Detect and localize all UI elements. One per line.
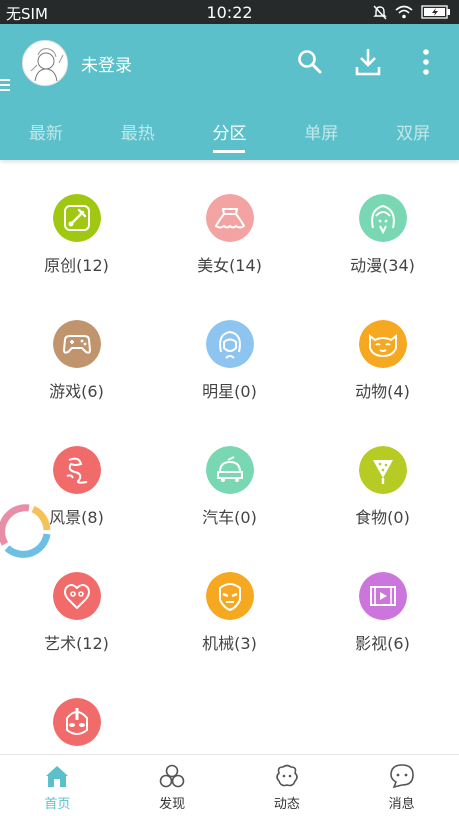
skirt-icon xyxy=(205,194,254,242)
bottom-nav: 首页 发现 动态 消息 xyxy=(0,754,459,816)
nav-discover[interactable]: 发现 xyxy=(115,755,230,816)
category-mechanical[interactable]: 机械(3) xyxy=(153,572,306,654)
app-bar: 未登录 最新 最热 分区 单屏 双屏 xyxy=(0,24,459,160)
login-prompt[interactable]: 未登录 xyxy=(81,51,132,76)
user-avatar[interactable] xyxy=(22,40,68,86)
tab-latest[interactable]: 最新 xyxy=(0,112,92,156)
category-animals[interactable]: 动物(4) xyxy=(306,320,459,402)
category-celebrity[interactable]: 明星(0) xyxy=(153,320,306,402)
category-label: 机械(3) xyxy=(202,634,257,653)
dragon-icon xyxy=(52,446,101,494)
category-label: 原创(12) xyxy=(44,256,109,275)
nav-label: 消息 xyxy=(388,797,415,812)
category-food[interactable]: 食物(0) xyxy=(306,446,459,528)
ice-cream-icon xyxy=(358,446,407,494)
car-icon xyxy=(205,446,254,494)
nav-messages[interactable]: 消息 xyxy=(344,755,459,816)
category-anime[interactable]: 动漫(34) xyxy=(306,194,459,276)
nav-label: 首页 xyxy=(44,797,71,812)
avatar-sketch-icon xyxy=(30,48,64,82)
more-icon[interactable] xyxy=(418,48,434,76)
tab-bar: 最新 最热 分区 单屏 双屏 xyxy=(0,112,459,156)
tab-categories[interactable]: 分区 xyxy=(184,112,276,156)
ultraman-icon xyxy=(52,698,101,746)
tab-hottest[interactable]: 最热 xyxy=(92,112,184,156)
home-icon xyxy=(46,766,69,787)
mask-icon xyxy=(52,572,101,620)
anime-girl-icon xyxy=(358,194,407,242)
category-film[interactable]: 影视(6) xyxy=(306,572,459,654)
status-bar: 无SIM 10:22 xyxy=(0,0,459,24)
tab-single-screen[interactable]: 单屏 xyxy=(275,112,367,156)
category-art[interactable]: 艺术(12) xyxy=(0,572,153,654)
nav-home[interactable]: 首页 xyxy=(0,755,115,816)
search-icon[interactable] xyxy=(296,48,324,76)
system-icons xyxy=(373,3,451,21)
category-original[interactable]: 原创(12) xyxy=(0,194,153,276)
star-person-icon xyxy=(205,320,254,368)
film-icon xyxy=(358,572,407,620)
category-label: 美女(14) xyxy=(197,256,262,275)
category-grid: 原创(12) 美女(14) 动漫(34) 游戏(6) 明星(0) 动物(4) 风… xyxy=(0,160,459,754)
category-label: 食物(0) xyxy=(355,508,410,527)
wifi-icon xyxy=(395,5,413,19)
menu-icon[interactable] xyxy=(0,78,10,92)
category-label: 影视(6) xyxy=(355,634,410,653)
category-games[interactable]: 游戏(6) xyxy=(0,320,153,402)
battery-icon xyxy=(421,5,450,19)
nav-label: 发现 xyxy=(159,797,186,812)
brush-icon xyxy=(52,194,101,242)
category-label: 艺术(12) xyxy=(44,634,109,653)
mute-icon xyxy=(373,5,387,19)
category-ultraman[interactable] xyxy=(0,698,153,756)
category-label: 游戏(6) xyxy=(49,382,104,401)
gamepad-icon xyxy=(52,320,101,368)
category-cars[interactable]: 汽车(0) xyxy=(153,446,306,528)
discover-icon xyxy=(159,764,185,788)
category-label: 动物(4) xyxy=(355,382,410,401)
category-beauty[interactable]: 美女(14) xyxy=(153,194,306,276)
category-label: 明星(0) xyxy=(202,382,257,401)
cat-icon xyxy=(358,320,407,368)
nav-label: 动态 xyxy=(273,797,300,812)
download-icon[interactable] xyxy=(354,47,382,77)
loading-spinner-icon xyxy=(0,504,51,558)
category-label: 汽车(0) xyxy=(202,508,257,527)
message-icon xyxy=(389,764,414,789)
feed-icon xyxy=(276,764,298,787)
robot-icon xyxy=(205,572,254,620)
category-label: 动漫(34) xyxy=(350,256,415,275)
nav-feed[interactable]: 动态 xyxy=(230,755,345,816)
tab-dual-screen[interactable]: 双屏 xyxy=(367,112,459,156)
